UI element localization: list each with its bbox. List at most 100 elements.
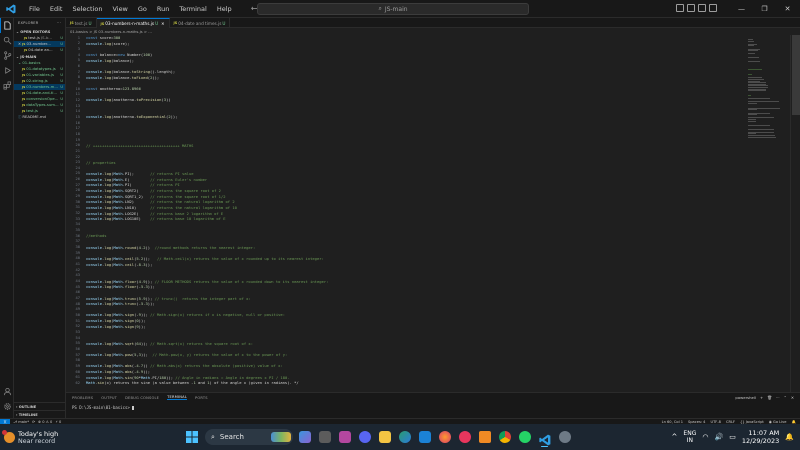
- encoding[interactable]: UTF-8: [710, 420, 720, 424]
- code-line[interactable]: 38 console.log(Math.round(4.2)) //round m…: [66, 244, 746, 250]
- go-live-button[interactable]: ◉ Go Live: [769, 420, 787, 424]
- trash-icon[interactable]: 🗑: [767, 395, 772, 400]
- menu-help[interactable]: Help: [212, 0, 237, 18]
- code-line[interactable]: 17: [66, 126, 746, 131]
- workspace-root-section[interactable]: ⌄ JS-MAIN: [14, 53, 65, 60]
- code-line[interactable]: 52 console.log(Math.sign(9));: [66, 324, 746, 329]
- code-line[interactable]: 51 console.log(Math.sign(0));: [66, 318, 746, 323]
- photos-app-icon[interactable]: [336, 426, 353, 448]
- widgets-app-icon[interactable]: [296, 426, 313, 448]
- terminal-shell-label[interactable]: powershell: [735, 395, 756, 400]
- code-line[interactable]: 54: [66, 335, 746, 340]
- code-line[interactable]: 10 const anotherno=123.8966: [66, 86, 746, 91]
- taskbar-search[interactable]: ⌕ Search: [205, 429, 293, 445]
- code-line[interactable]: 33 console.log(Math.LOG10E) // returns ba…: [66, 216, 746, 221]
- maximize-icon[interactable]: ❐: [753, 0, 776, 18]
- menu-go[interactable]: Go: [133, 0, 152, 18]
- code-line[interactable]: 58: [66, 358, 746, 363]
- code-line[interactable]: 26 console.log(Math.E) // returns Euler's…: [66, 177, 746, 182]
- code-line[interactable]: 34: [66, 222, 746, 227]
- code-line[interactable]: 45 console.log(Math.floor(-5.3));: [66, 284, 746, 289]
- language-indicator[interactable]: ENG IN: [683, 430, 696, 444]
- extensions-icon[interactable]: [0, 78, 14, 93]
- explorer-icon[interactable]: [0, 18, 14, 33]
- vlc-player-icon[interactable]: [476, 426, 493, 448]
- vscode-taskbar-icon[interactable]: [536, 426, 553, 448]
- end-of-line[interactable]: CRLF: [726, 420, 735, 424]
- code-line[interactable]: 9: [66, 80, 746, 85]
- panel-tab-terminal[interactable]: TERMINAL: [167, 395, 188, 400]
- breadcrumb[interactable]: 01-basics > JS 03-numbers-n-maths.js > .…: [66, 28, 746, 35]
- minimize-icon[interactable]: —: [730, 0, 753, 18]
- terminal[interactable]: PS D:\JS-main\01-basics>: [66, 402, 800, 413]
- cursor-position[interactable]: Ln 60, Col 1: [662, 420, 683, 424]
- code-line[interactable]: 49: [66, 307, 746, 312]
- code-line[interactable]: 11: [66, 92, 746, 97]
- panel-tab-debug-console[interactable]: DEBUG CONSOLE: [125, 396, 159, 400]
- code-line[interactable]: 61 console.log(Math.sin(90*Math.PI/180));…: [66, 375, 746, 380]
- notifications-bell-icon[interactable]: 🔔: [785, 433, 794, 441]
- problems-status[interactable]: ⊗ 0 ⚠ 0: [38, 420, 52, 424]
- code-line[interactable]: 2 console.log(score);: [66, 41, 746, 46]
- code-line[interactable]: 29 console.log(Math.SQRT1_2) // returns t…: [66, 193, 746, 199]
- close-tab-icon[interactable]: ✕: [161, 21, 164, 26]
- code-line[interactable]: 19: [66, 137, 746, 142]
- code-line[interactable]: 48 console.log(Math.trunc(-5.3));: [66, 301, 746, 306]
- notifications-bell-icon[interactable]: 🔔: [792, 420, 796, 424]
- run-debug-icon[interactable]: [0, 63, 14, 78]
- code-line[interactable]: 18: [66, 131, 746, 136]
- ports-status[interactable]: ⚡ 0: [55, 420, 61, 424]
- code-line[interactable]: 47 console.log(Math.trunc(5.9)); // trunc…: [66, 295, 746, 301]
- tab-test-js[interactable]: JS test.js U: [66, 18, 97, 28]
- code-line[interactable]: 14: [66, 109, 746, 114]
- code-line[interactable]: 39: [66, 250, 746, 255]
- code-line[interactable]: 32 console.log(Math.LOG2E) // returns bas…: [66, 210, 746, 216]
- battery-icon[interactable]: ▭: [729, 433, 736, 441]
- code-line[interactable]: 37: [66, 239, 746, 244]
- discord-app-icon[interactable]: [356, 426, 373, 448]
- code-line[interactable]: 62 Math.sin(x) returns the sine (a value …: [66, 380, 746, 385]
- panel-tab-ports[interactable]: PORTS: [195, 396, 208, 400]
- code-line[interactable]: 1 const score=300: [66, 35, 746, 40]
- code-editor[interactable]: 1 const score=300 2 console.log(score); 3 4 co…: [66, 35, 746, 392]
- language-mode[interactable]: {} JavaScript: [740, 420, 764, 424]
- chevron-up-icon[interactable]: ^: [672, 433, 678, 441]
- code-line[interactable]: 27 console.log(Math.PI) // returns PI: [66, 182, 746, 187]
- menu-file[interactable]: File: [24, 0, 45, 18]
- more-actions-icon[interactable]: ···: [776, 395, 780, 400]
- code-line[interactable]: 3: [66, 46, 746, 51]
- panel-tab-output[interactable]: OUTPUT: [101, 396, 117, 400]
- code-line[interactable]: 23 // properties: [66, 160, 746, 165]
- scrollbar-thumb[interactable]: [792, 35, 800, 115]
- firefox-browser-icon[interactable]: [436, 426, 453, 448]
- code-line[interactable]: 20 // +++++++++++++++++++++++++++++++++++…: [66, 143, 746, 148]
- weather-widget[interactable]: Today's high Near record: [0, 429, 110, 445]
- customize-layout-icon[interactable]: [709, 4, 717, 12]
- manage-gear-icon[interactable]: [0, 399, 14, 414]
- file-manager-icon[interactable]: [316, 426, 333, 448]
- code-line[interactable]: 5 console.log(balance);: [66, 58, 746, 63]
- accounts-icon[interactable]: [0, 384, 14, 399]
- code-line[interactable]: 53: [66, 329, 746, 334]
- command-center-search[interactable]: ⌕ JS-main: [257, 3, 529, 15]
- file-item[interactable]: ⓘ README.md: [14, 114, 65, 120]
- tab-04-date[interactable]: JS 04-date and times.js U: [170, 18, 231, 28]
- code-line[interactable]: 31 console.log(Math.LN10) // returns the …: [66, 205, 746, 210]
- menu-run[interactable]: Run: [152, 0, 174, 18]
- volume-icon[interactable]: 🔊: [714, 433, 723, 441]
- more-actions-icon[interactable]: ···: [57, 21, 61, 25]
- panel-tab-problems[interactable]: PROBLEMS: [72, 396, 93, 400]
- whatsapp-app-icon[interactable]: [516, 426, 533, 448]
- code-line[interactable]: 56: [66, 346, 746, 351]
- menu-view[interactable]: View: [107, 0, 132, 18]
- windows-start-icon[interactable]: [182, 426, 202, 448]
- code-line[interactable]: 43: [66, 273, 746, 278]
- tab-03-numbers[interactable]: JS 03-numbers-n-maths.js U ✕: [96, 18, 170, 28]
- code-line[interactable]: 46: [66, 290, 746, 295]
- code-line[interactable]: 13: [66, 103, 746, 108]
- settings-gear-icon[interactable]: [556, 426, 573, 448]
- code-line[interactable]: 4 const balance=new Number(100): [66, 52, 746, 57]
- minimap[interactable]: [746, 35, 790, 392]
- code-line[interactable]: 36 //methods: [66, 233, 746, 238]
- menu-edit[interactable]: Edit: [45, 0, 68, 18]
